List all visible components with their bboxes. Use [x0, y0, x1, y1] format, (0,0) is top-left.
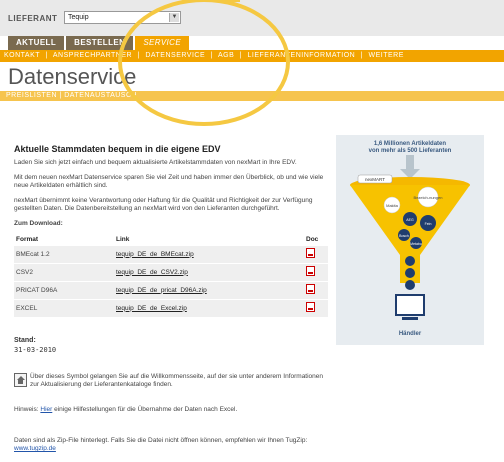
brand-bubble — [405, 280, 415, 290]
cell-format: BMEcat 1.2 — [14, 246, 114, 264]
bubble-label: AEG — [406, 218, 414, 222]
info-text: Über dieses Symbol gelangen Sie auf die … — [30, 373, 324, 388]
bubble-label: Bezeich-nungen — [414, 195, 443, 200]
pdf-icon[interactable] — [306, 284, 315, 294]
column-header-doc: Doc — [306, 236, 319, 243]
cell-format: EXCEL — [14, 299, 114, 318]
table-row: CSV2 tequip_DE_de_CSV2.zip — [14, 263, 328, 282]
brand-bubble — [405, 256, 415, 266]
brand-bubble — [405, 268, 415, 278]
cell-format: CSV2 — [14, 263, 114, 282]
sub-navigation: KONTAKT | ANSPRECHPARTNER | DATENSERVICE… — [0, 50, 504, 62]
hinweis-link[interactable]: Hier — [40, 406, 52, 413]
paragraph-disclaimer: nexMart übernimmt keine Verantwortung od… — [14, 197, 313, 212]
subnav-sep: | — [137, 52, 140, 59]
tab-service[interactable]: SERVICE — [135, 36, 190, 50]
subnav-ansprechpartner[interactable]: ANSPRECHPARTNER — [53, 52, 132, 59]
pdf-icon[interactable] — [306, 302, 315, 312]
bubble-label: Bosch — [399, 234, 409, 238]
subnav-datenservice[interactable]: DATENSERVICE — [145, 52, 205, 59]
monitor-stand — [402, 317, 418, 320]
subnav-lieferanteninformation[interactable]: LIEFERANTENINFORMATION — [248, 52, 356, 59]
cell-format: PRICAT D96A — [14, 281, 114, 300]
page-title: Datenservice — [8, 64, 137, 89]
download-link[interactable]: tequip_DE_de_CSV2.zip — [116, 269, 188, 276]
nexmart-logo-text: nexMART — [365, 177, 385, 182]
tugzip-link[interactable]: www.tugzip.de — [14, 445, 56, 452]
bubble-label: Makita — [386, 203, 399, 208]
subnav-sep: | — [360, 52, 364, 59]
lieferant-label: LIEFERANT — [8, 14, 58, 23]
download-link[interactable]: tequip_DE_de_BMEcat.zip — [116, 251, 194, 258]
table-row: EXCEL tequip_DE_de_Excel.zip — [14, 299, 328, 318]
hinweis-prefix: Hinweis: — [14, 406, 41, 413]
tab-aktuell[interactable]: AKTUELL — [8, 36, 65, 50]
stand-date: 31-03-2010 — [14, 346, 57, 354]
zip-text: Daten sind als Zip-File hinterlegt. Fall… — [14, 437, 324, 453]
lieferant-select-value: Tequip — [68, 14, 89, 21]
download-table: Format Link Doc BMEcat 1.2 tequip_DE_de_… — [14, 234, 328, 318]
stand-label: Stand: — [14, 337, 36, 344]
main-content: Aktuelle Stammdaten bequem in die eigene… — [14, 144, 328, 318]
chevron-down-icon[interactable]: ▼ — [169, 13, 179, 22]
lieferant-select[interactable]: Tequip ▼ — [64, 11, 181, 24]
hinweis-text: Hinweis: Hier einige Hilfestellungen für… — [14, 406, 237, 413]
download-heading: Zum Download: — [14, 220, 63, 227]
subnav-weitere[interactable]: WEITERE — [368, 52, 403, 59]
subnav-agb[interactable]: AGB — [218, 52, 234, 59]
pdf-icon[interactable] — [306, 266, 315, 276]
pdf-icon[interactable] — [306, 248, 315, 258]
haendler-label: Händler — [398, 331, 422, 337]
table-header-row: Format Link Doc — [14, 234, 328, 246]
column-header-format: Format — [16, 236, 39, 243]
arrow-shaft — [406, 155, 414, 169]
breadcrumb[interactable]: PREISLISTEN | DATENAUSTAUSCH — [0, 91, 504, 101]
funnel-graphic: 1,6 Millionen Artikeldaten von mehr als … — [336, 135, 484, 345]
home-icon[interactable] — [14, 373, 27, 387]
table-row: BMEcat 1.2 tequip_DE_de_BMEcat.zip — [14, 246, 328, 264]
main-tabs: AKTUELL BESTELLEN SERVICE — [8, 36, 190, 50]
subnav-sep: | — [45, 52, 48, 59]
tab-bestellen[interactable]: BESTELLEN — [66, 36, 134, 50]
subnav-sep: | — [239, 52, 243, 59]
paragraph-intro: Laden Sie sich jetzt einfach und bequem … — [14, 159, 297, 166]
download-link[interactable]: tequip_DE_de_pricat_D96A.zip — [116, 287, 207, 294]
content-heading: Aktuelle Stammdaten bequem in die eigene… — [14, 144, 221, 154]
funnel-illustration: nexMART Makita Bezeich-nungen AEG Fein B… — [350, 155, 470, 320]
column-header-link: Link — [116, 236, 130, 243]
subnav-sep: | — [210, 52, 213, 59]
monitor-icon — [395, 294, 425, 316]
zip-description: Daten sind als Zip-File hinterlegt. Fall… — [14, 437, 308, 444]
subnav-kontakt[interactable]: KONTAKT — [4, 52, 40, 59]
table-row: PRICAT D96A tequip_DE_de_pricat_D96A.zip — [14, 281, 328, 300]
paragraph-overview: Mit dem neuen nexMart Datenservice spare… — [14, 174, 324, 189]
hinweis-suffix: einige Hilfestellungen für die Übernahme… — [52, 406, 238, 413]
download-link[interactable]: tequip_DE_de_Excel.zip — [116, 305, 187, 312]
bubble-label: Metabo — [410, 242, 422, 246]
bubble-label: Fein — [425, 222, 432, 226]
